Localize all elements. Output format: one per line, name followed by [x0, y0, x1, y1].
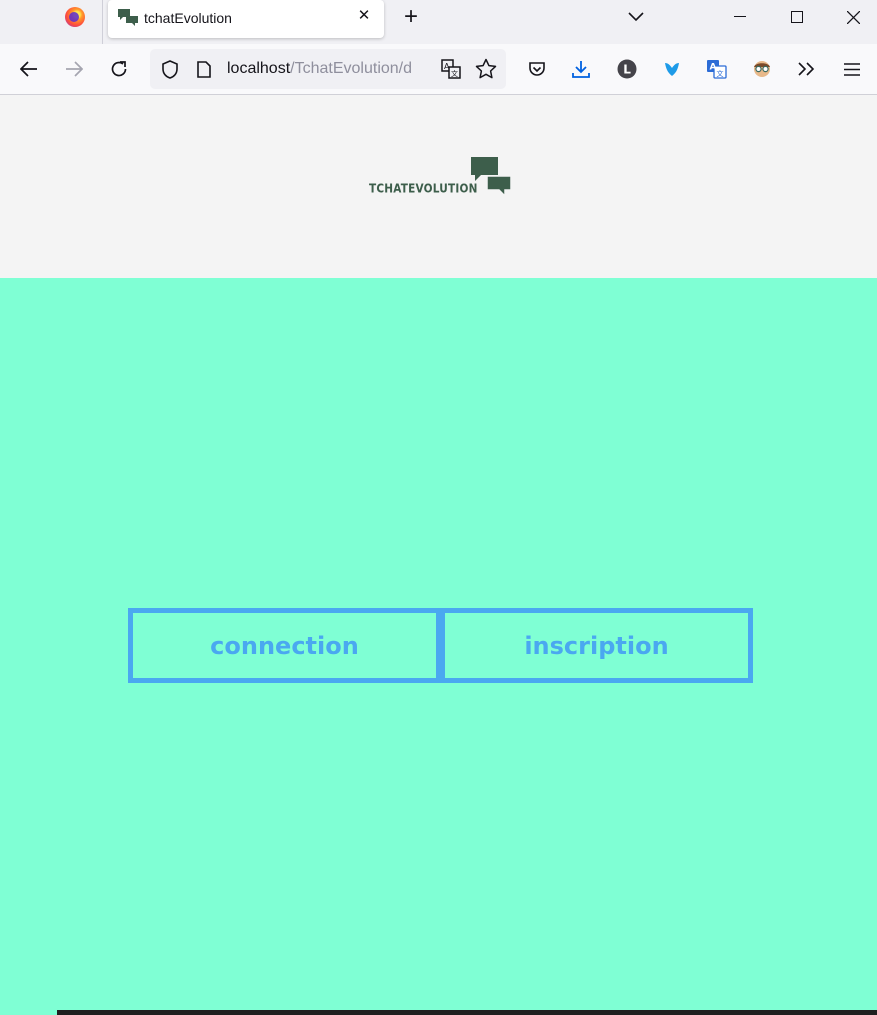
firefox-icon [65, 7, 85, 27]
close-tab-icon[interactable]: ✕ [353, 5, 375, 27]
taskbar-edge [57, 1010, 877, 1015]
star-icon[interactable] [475, 58, 497, 79]
translate-extension-button[interactable]: A文 [701, 53, 733, 85]
translate-icon[interactable]: A文 [441, 59, 461, 79]
back-button[interactable] [13, 53, 45, 85]
extension-l-icon: L [617, 59, 637, 79]
firefox-view-button[interactable] [54, 0, 96, 34]
svg-text:A: A [710, 63, 717, 73]
reload-button[interactable] [103, 53, 135, 85]
browser-tab[interactable]: tchatEvolution ✕ [108, 0, 384, 38]
close-icon [846, 10, 860, 24]
extension-bird-button[interactable] [656, 53, 688, 85]
avatar-extension-icon [754, 61, 770, 77]
url-text[interactable]: localhost/TchatEvolution/d [227, 60, 433, 78]
overflow-chevron-icon [798, 62, 815, 76]
logo-text: TCHATEVOLUTION [369, 182, 478, 196]
extension-l-button[interactable]: L [611, 53, 643, 85]
close-window-button[interactable] [827, 0, 877, 34]
shield-icon[interactable] [161, 60, 179, 79]
forward-arrow-icon [66, 61, 83, 77]
url-host: localhost [227, 60, 291, 77]
site-logo[interactable]: TCHATEVOLUTION [369, 155, 514, 199]
tab-title: tchatEvolution [144, 10, 232, 26]
tab-separator [102, 0, 103, 44]
pocket-button[interactable] [521, 53, 553, 85]
page-icon[interactable] [197, 61, 211, 78]
more-tools-button[interactable] [791, 53, 823, 85]
minimize-icon [734, 16, 746, 17]
svg-text:文: 文 [717, 69, 724, 78]
maximize-icon [791, 11, 803, 23]
auth-button-group: connection inscription [128, 608, 753, 683]
back-arrow-icon [20, 61, 37, 77]
tab-strip: tchatEvolution ✕ + [0, 0, 877, 44]
forward-button[interactable] [58, 53, 90, 85]
connection-button[interactable]: connection [128, 608, 441, 683]
address-bar[interactable]: localhost/TchatEvolution/d A文 [150, 49, 506, 89]
pocket-icon [529, 61, 545, 76]
list-all-tabs-button[interactable] [610, 0, 662, 34]
svg-text:L: L [623, 63, 631, 77]
navigation-toolbar: localhost/TchatEvolution/d A文 L 0 A文 [0, 44, 877, 110]
translate-extension-icon: A文 [707, 60, 727, 79]
avatar-extension-button[interactable] [746, 53, 778, 85]
extension-bird-icon [665, 63, 679, 76]
reload-icon [111, 61, 127, 77]
minimize-button[interactable] [714, 0, 766, 34]
chat-bubbles-icon [118, 9, 138, 26]
svg-text:A: A [444, 62, 450, 71]
chat-bubbles-icon [471, 157, 512, 198]
download-icon [572, 60, 590, 78]
new-tab-button[interactable]: + [397, 4, 425, 32]
maximize-button[interactable] [771, 0, 823, 34]
app-menu-button[interactable] [836, 53, 868, 85]
downloads-button[interactable] [565, 53, 597, 85]
svg-text:文: 文 [451, 69, 458, 78]
chevron-down-icon [628, 12, 644, 22]
menu-icon [844, 62, 860, 76]
inscription-button[interactable]: inscription [441, 608, 753, 683]
url-path: /TchatEvolution/d [290, 60, 413, 77]
